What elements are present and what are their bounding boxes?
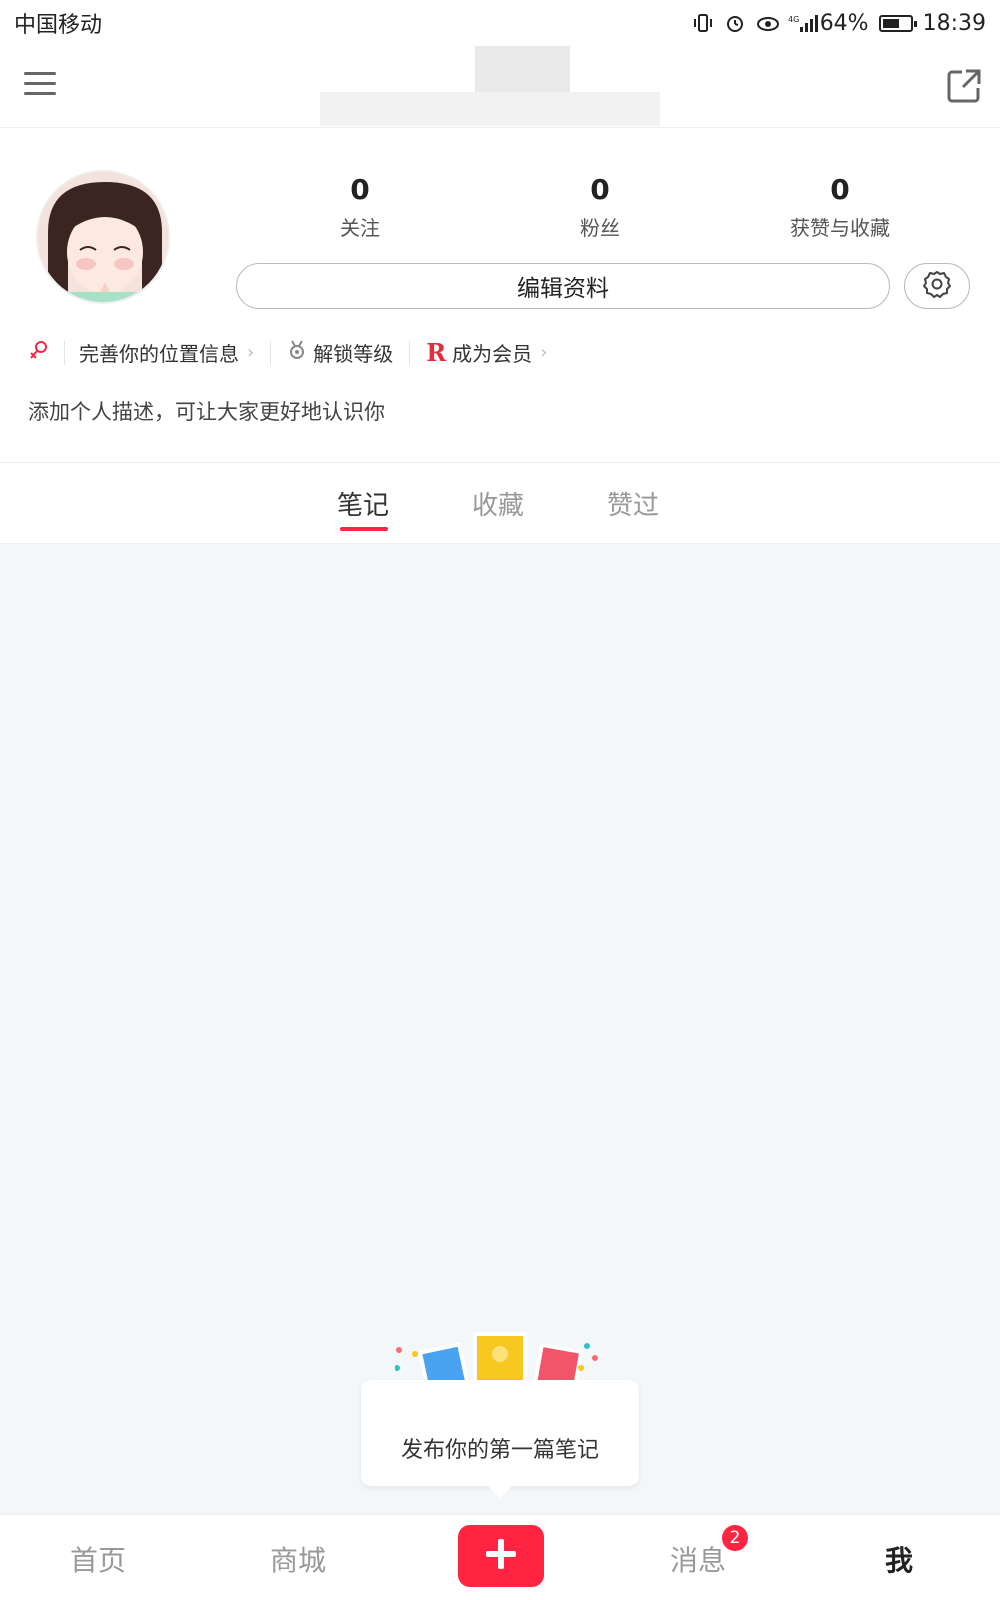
stat-followers[interactable]: 0 粉丝 bbox=[480, 172, 720, 241]
stat-label: 关注 bbox=[340, 216, 380, 240]
r-member-icon: R bbox=[426, 338, 447, 367]
blurred-username-lower bbox=[320, 92, 660, 126]
stat-value: 0 bbox=[350, 173, 370, 206]
svg-text:4G: 4G bbox=[788, 15, 799, 24]
top-nav-bar bbox=[0, 46, 1000, 128]
stat-following[interactable]: 0 关注 bbox=[240, 172, 480, 241]
messages-badge: 2 bbox=[722, 1525, 748, 1551]
avatar[interactable] bbox=[36, 170, 170, 304]
unlock-level-label: 解锁等级 bbox=[313, 342, 394, 366]
publish-button[interactable] bbox=[458, 1525, 544, 1587]
first-note-tooltip[interactable]: 发布你的第一篇笔记 bbox=[361, 1380, 639, 1498]
tab-notes[interactable]: 笔记 bbox=[337, 485, 389, 522]
unlock-level-item[interactable]: 解锁等级 bbox=[287, 338, 393, 367]
carrier-name: 中国移动 bbox=[14, 13, 103, 38]
divider bbox=[270, 340, 272, 365]
active-tab-indicator bbox=[340, 527, 388, 531]
divider bbox=[409, 340, 411, 365]
stat-label: 粉丝 bbox=[580, 216, 620, 240]
nav-mall[interactable]: 商城 bbox=[270, 1539, 326, 1579]
first-note-tooltip-text: 发布你的第一篇笔记 bbox=[400, 1438, 599, 1463]
location-label: 完善你的位置信息 bbox=[79, 342, 239, 366]
tab-collections[interactable]: 收藏 bbox=[472, 485, 524, 522]
bio-placeholder[interactable]: 添加个人描述，可让大家更好地认识你 bbox=[28, 396, 385, 426]
edit-profile-button[interactable]: 编辑资料 bbox=[236, 263, 890, 309]
status-bar: 中国移动 4G 64% 18:39 bbox=[0, 0, 1000, 46]
status-icons: 4G 64% 18:39 bbox=[692, 11, 986, 36]
location-pin-icon bbox=[28, 339, 50, 366]
clock-time: 18:39 bbox=[922, 10, 986, 36]
gear-icon bbox=[922, 269, 952, 303]
profile-header: 0 关注 0 粉丝 0 获赞与收藏 编辑资料 完善你的位置信息 › 解锁等级 R… bbox=[0, 128, 1000, 462]
nav-messages[interactable]: 消息 bbox=[670, 1539, 726, 1579]
signal-icon: 4G bbox=[788, 13, 818, 33]
vibrate-icon bbox=[692, 13, 714, 33]
share-icon[interactable] bbox=[946, 68, 982, 108]
nav-home[interactable]: 首页 bbox=[70, 1539, 126, 1579]
profile-info-row: 完善你的位置信息 › 解锁等级 R 成为会员 › bbox=[28, 338, 547, 367]
battery-percent: 64% bbox=[819, 10, 869, 36]
settings-button[interactable] bbox=[904, 263, 970, 309]
become-member-item[interactable]: R 成为会员 › bbox=[426, 338, 547, 367]
hamburger-menu-icon[interactable] bbox=[24, 72, 56, 98]
chevron-right-icon: › bbox=[540, 342, 548, 363]
eye-icon bbox=[756, 13, 779, 33]
stat-label: 获赞与收藏 bbox=[790, 216, 890, 240]
stat-value: 0 bbox=[590, 173, 610, 206]
tab-liked[interactable]: 赞过 bbox=[607, 485, 659, 522]
stat-likes-and-saves[interactable]: 0 获赞与收藏 bbox=[720, 172, 960, 241]
location-info-item[interactable]: 完善你的位置信息 › bbox=[28, 338, 254, 367]
bottom-nav-bar: 首页 商城 消息 2 我 bbox=[0, 1514, 1000, 1600]
profile-stats: 0 关注 0 粉丝 0 获赞与收藏 bbox=[240, 172, 960, 241]
divider bbox=[64, 340, 65, 365]
blurred-username bbox=[475, 46, 570, 92]
content-tabs: 笔记 收藏 赞过 bbox=[0, 462, 1000, 544]
battery-icon bbox=[878, 14, 917, 32]
nav-me[interactable]: 我 bbox=[885, 1539, 913, 1579]
chevron-right-icon: › bbox=[247, 342, 255, 363]
stat-value: 0 bbox=[830, 173, 850, 206]
alarm-icon bbox=[724, 13, 746, 33]
medal-icon bbox=[287, 339, 307, 366]
plus-icon bbox=[484, 1537, 518, 1575]
become-member-label: 成为会员 bbox=[452, 342, 533, 366]
